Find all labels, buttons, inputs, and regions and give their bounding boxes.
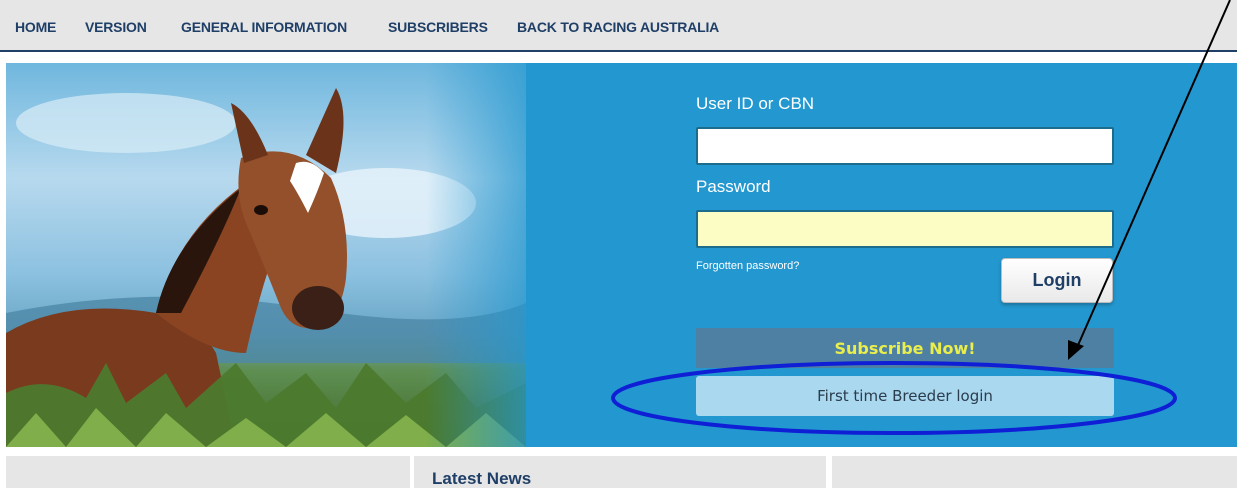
top-nav: HOME VERSION GENERAL INFORMATION SUBSCRI… — [0, 0, 1237, 52]
password-input[interactable] — [696, 210, 1114, 248]
nav-back-to-racing-australia[interactable]: BACK TO RACING AUSTRALIA — [517, 19, 719, 35]
hero-banner: User ID or CBN Password Forgotten passwo… — [6, 63, 1237, 447]
left-column — [6, 456, 410, 488]
photo-fade — [426, 63, 566, 447]
login-button[interactable]: Login — [1001, 258, 1113, 303]
nav-version[interactable]: VERSION — [85, 19, 147, 35]
login-panel: User ID or CBN Password Forgotten passwo… — [696, 63, 1126, 447]
latest-news-heading: Latest News — [432, 469, 532, 488]
forgot-password-link[interactable]: Forgotten password? — [696, 260, 799, 272]
nav-subscribers[interactable]: SUBSCRIBERS — [388, 19, 488, 35]
right-column — [832, 456, 1237, 488]
password-label: Password — [696, 177, 771, 196]
nav-general-information[interactable]: GENERAL INFORMATION — [181, 19, 347, 35]
first-time-breeder-login-button[interactable]: First time Breeder login — [696, 376, 1114, 416]
user-id-input[interactable] — [696, 127, 1114, 165]
user-id-label: User ID or CBN — [696, 94, 815, 113]
news-column: Latest News — [414, 456, 826, 488]
nav-home[interactable]: HOME — [15, 19, 56, 35]
subscribe-now-button[interactable]: Subscribe Now! — [696, 328, 1114, 368]
